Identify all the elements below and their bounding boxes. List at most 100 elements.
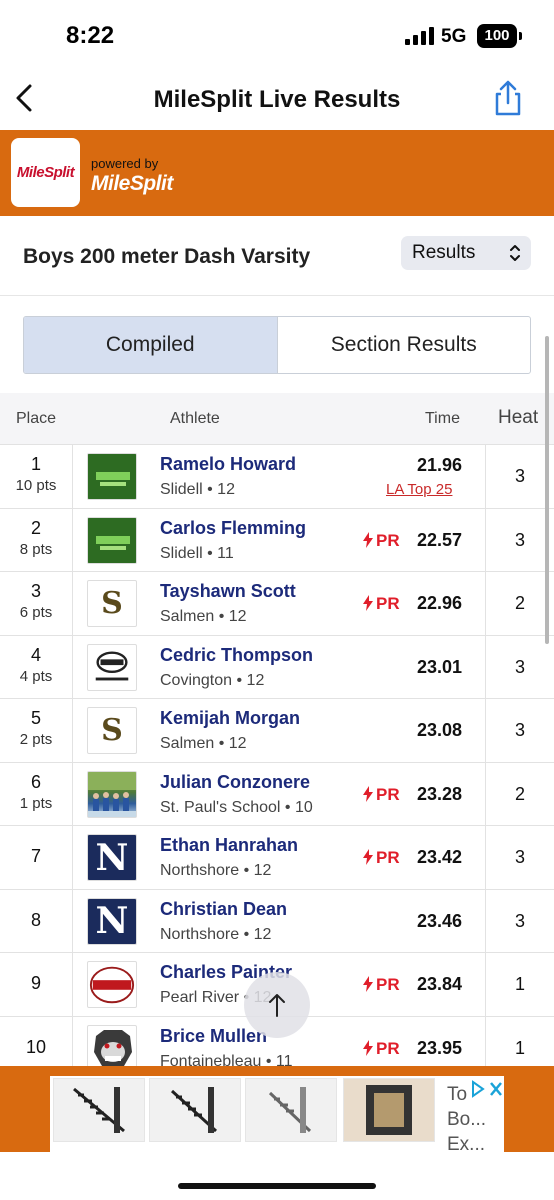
ad-text-line: Bo... [447,1109,487,1130]
table-row[interactable]: 6 1 pts Julian Conzonere St. Paul's School … [0,762,554,826]
place-cell: 4 4 pts [0,635,73,698]
time-value: 22.57 [416,529,462,550]
pr-badge: PR [362,1039,400,1059]
lightning-icon [363,849,373,865]
place-cell: 2 8 pts [0,508,73,571]
ad-banner: To Bo... Ex... [0,1066,554,1155]
time-value: 23.08 [416,720,462,740]
scrollbar[interactable] [545,336,549,644]
battery-icon: 100 [477,24,522,48]
ad-product-image[interactable] [245,1078,337,1142]
heat-cell: 3 [485,635,554,698]
heat-cell: 2 [485,762,554,825]
event-title: Boys 200 meter Dash Varsity [23,245,311,268]
heat-cell: 2 [485,572,554,635]
scroll-to-top-button[interactable] [244,972,310,1038]
athlete-team-image [87,961,137,1008]
view-select-value: Results [412,242,476,263]
athlete-school: Covington • 12 [160,671,265,689]
athlete-name-link[interactable]: Tayshawn Scott [160,581,296,602]
lightning-icon [363,785,373,802]
pr-label: PR [376,530,400,550]
table-row[interactable]: 8 N Christian Dean Northshore • 12 23.46 3 [0,889,554,953]
ad-text-line: Ex... [447,1134,486,1155]
time-value: 23.84 [416,974,462,994]
signal-icon [405,27,435,45]
pr-label: PR [376,1038,400,1058]
time-value: 23.95 [416,1037,462,1058]
table-row[interactable]: 5 2 pts S Kemijah Morgan Salmen • 12 23.08 3 [0,699,554,763]
heat-cell: 3 [485,699,554,762]
share-button[interactable] [490,78,526,118]
table-header: Place Athlete Time Heat [0,393,554,445]
athlete-name-link[interactable]: Carlos Flemming [160,518,306,539]
ad-text-line: To [447,1084,468,1105]
ad-product-image[interactable] [149,1078,241,1142]
athlete-team-image [87,453,137,500]
pr-badge: PR [362,848,400,868]
athlete-team-image [87,516,137,564]
heat-value: 2 [514,783,525,804]
place-cell: 6 1 pts [0,762,73,825]
header-heat: Heat [498,407,539,428]
table-row[interactable]: 4 4 pts Cedric Thompson Covington • 12 23.01… [0,635,554,699]
pr-badge: PR [362,975,400,995]
athlete-team-image: S [87,580,137,627]
brand-banner: MileSplit powered by MileSplit [0,130,554,216]
place-number: 4 [30,644,41,665]
ad-content[interactable]: To Bo... Ex... [50,1076,504,1155]
athlete-school: Slidell • 11 [160,544,234,562]
pr-badge: PR [362,531,400,551]
nav-header: MileSplit Live Results [0,72,554,130]
place-number: 9 [30,973,41,993]
time-value: 23.42 [416,847,462,867]
event-header: Boys 200 meter Dash Varsity Results [0,216,554,296]
athlete-name-link[interactable]: Ethan Hanrahan [160,835,298,856]
athlete-name-link[interactable]: Christian Dean [160,899,287,920]
athlete-team-image: N [87,897,137,945]
athlete-name-link[interactable]: Julian Conzonere [160,772,310,793]
heat-value: 3 [514,656,525,677]
ranking-link[interactable]: LA Top 25 [386,481,452,498]
athlete-name-link[interactable]: Kemijah Morgan [160,708,300,729]
pr-label: PR [376,594,400,613]
results-tabs: Compiled Section Results [23,316,531,374]
table-row[interactable]: 1 10 pts Ramelo Howard Slidell • 12 21.96 LA … [0,445,554,509]
lightning-icon [363,1039,373,1056]
place-cell: 5 2 pts [0,699,73,762]
heat-value: 1 [514,974,525,994]
athlete-name-link[interactable]: Cedric Thompson [160,645,313,666]
athlete-name-link[interactable]: Ramelo Howard [160,454,296,475]
table-row[interactable]: 3 6 pts S Tayshawn Scott Salmen • 12 PR 22.96 2 [0,572,554,636]
place-cell: 8 [0,889,73,952]
athlete-school: Northshore • 12 [160,862,272,879]
powered-by-label: powered by [91,156,159,171]
place-number: 6 [30,771,41,792]
place-number: 10 [25,1036,47,1057]
table-row[interactable]: 7 N Ethan Hanrahan Northshore • 12 PR 23.42 3 [0,826,554,890]
pr-label: PR [376,784,400,804]
page-title: MileSplit Live Results [153,86,401,113]
ad-product-image[interactable] [53,1078,145,1142]
pr-label: PR [376,975,400,994]
view-select[interactable]: Results [401,236,531,270]
lightning-icon [363,531,373,548]
heat-value: 3 [514,847,525,867]
time-value: 21.96 [416,455,462,475]
arrow-up-icon [269,994,285,1017]
tab-section-results[interactable]: Section Results [278,317,531,373]
heat-value: 3 [514,910,525,931]
place-number: 2 [30,517,41,538]
place-number: 8 [30,909,41,930]
place-points: 6 pts [19,604,53,621]
status-bar: 8:22 5G 100 [0,0,554,72]
athlete-school: Salmen • 12 [160,608,247,625]
results-table: Place Athlete Time Heat 1 10 pts Ramelo Ho… [0,393,554,1066]
athlete-name-link[interactable]: Brice Mullen [160,1026,267,1047]
milesplit-logo[interactable]: MileSplit [11,138,80,207]
place-points: 1 pts [19,794,53,812]
heat-value: 3 [514,720,525,740]
table-row[interactable]: 2 8 pts Carlos Flemming Slidell • 11 PR 22.57… [0,508,554,572]
ad-product-image[interactable] [343,1078,435,1142]
tab-compiled[interactable]: Compiled [24,317,278,373]
